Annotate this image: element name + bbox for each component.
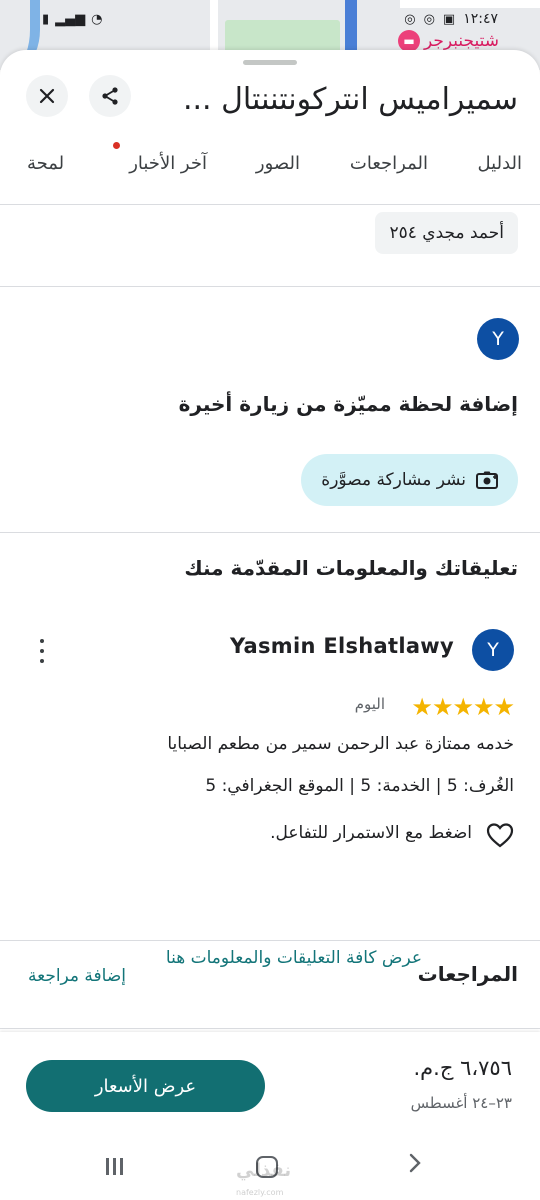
status-time: ١٢:٤٧: [463, 11, 498, 27]
notification-icon: ◎: [423, 11, 435, 27]
view-all-contributions-link[interactable]: عرض كافة التعليقات والمعلومات هنا: [166, 948, 422, 968]
divider: [0, 1028, 540, 1029]
tab-overview[interactable]: لمحة: [27, 146, 64, 182]
divider: [0, 940, 540, 941]
add-moment-heading: إضافة لحظة مميّزة من زيارة أخيرة: [178, 392, 518, 416]
watermark-logo: نفذلي: [236, 1160, 292, 1181]
heart-icon[interactable]: [486, 822, 514, 848]
status-bar: ▮ ▂▄▆ ◔ ◎ ◎ ▣ ١٢:٤٧: [0, 8, 540, 30]
tab-updates[interactable]: آخر الأخبار: [129, 146, 207, 182]
more-options-icon[interactable]: [36, 639, 48, 663]
place-tabs: الدليل المراجعات الصور آخر الأخبار لمحة: [0, 142, 540, 186]
share-button[interactable]: [89, 75, 131, 117]
map-poi[interactable]: ▬ شتيجنبرجر: [398, 30, 499, 52]
recent-apps-button[interactable]: [106, 1158, 123, 1175]
contributions-heading: تعليقاتك والمعلومات المقدّمة منك: [184, 556, 518, 580]
review-time: اليوم: [354, 695, 385, 713]
divider: [0, 204, 540, 205]
post-photo-label: نشر مشاركة مصوَّرة: [321, 470, 466, 490]
tab-directory[interactable]: الدليل: [478, 146, 522, 182]
wifi-icon: ◔: [91, 11, 103, 27]
share-icon: [102, 87, 118, 105]
battery-icon: ▮: [42, 11, 50, 27]
post-photo-button[interactable]: نشر مشاركة مصوَّرة: [301, 454, 518, 506]
avatar[interactable]: Y: [477, 318, 519, 360]
view-prices-button[interactable]: عرض الأسعار: [26, 1060, 265, 1112]
react-prompt: اضغط مع الاستمرار للتفاعل.: [270, 823, 472, 843]
reviewer-name[interactable]: Yasmin Elshatlawy: [230, 634, 454, 658]
reviewer-avatar[interactable]: Y: [472, 629, 514, 671]
place-title: سميراميس انتركونتننتال ...: [182, 82, 518, 117]
chevron-right-icon: [409, 1153, 421, 1173]
close-button[interactable]: [26, 75, 68, 117]
divider: [0, 532, 540, 533]
reviews-section-title: المراجعات: [417, 962, 518, 986]
star-rating: ★★★★★: [411, 693, 515, 721]
drag-handle[interactable]: [243, 60, 297, 65]
back-button[interactable]: [408, 1152, 422, 1180]
tab-photos[interactable]: الصور: [256, 146, 300, 182]
map-road: [400, 0, 540, 8]
notification-icon: ◎: [404, 11, 416, 27]
price-value: ٦،٧٥٦ ج.م.: [413, 1056, 513, 1080]
gallery-icon: ▣: [442, 11, 456, 27]
review-category-ratings: الغُرف: 5 | الخدمة: 5 | الموقع الجغرافي:…: [205, 776, 514, 796]
tab-reviews[interactable]: المراجعات: [350, 146, 428, 182]
place-sheet: سميراميس انتركونتننتال ... الدليل المراج…: [0, 50, 540, 1200]
map-poi-label: شتيجنبرجر: [424, 31, 500, 51]
signal-icon: ▂▄▆: [55, 11, 86, 27]
status-time-area: ◎ ◎ ▣ ١٢:٤٧: [404, 11, 498, 27]
review-body: خدمه ممتازة عبد الرحمن سمير من مطعم الصب…: [167, 734, 514, 754]
add-review-link[interactable]: إضافة مراجعة: [28, 966, 126, 986]
contributor-chip[interactable]: أحمد مجدي ٢٥٤: [375, 212, 518, 254]
price-bar: عرض الأسعار ٦،٧٥٦ ج.م. ٢٣–٢٤ أغسطس: [0, 1032, 540, 1134]
watermark-url: nafezly.com: [236, 1188, 284, 1197]
add-photo-icon: [476, 471, 498, 489]
stay-dates[interactable]: ٢٣–٢٤ أغسطس: [411, 1094, 512, 1112]
close-icon: [39, 88, 55, 104]
divider: [0, 286, 540, 287]
hotel-icon: ▬: [398, 30, 420, 52]
place-header: سميراميس انتركونتننتال ...: [0, 74, 540, 130]
status-system-icons: ▮ ▂▄▆ ◔: [42, 12, 103, 27]
notification-dot: [113, 142, 120, 149]
